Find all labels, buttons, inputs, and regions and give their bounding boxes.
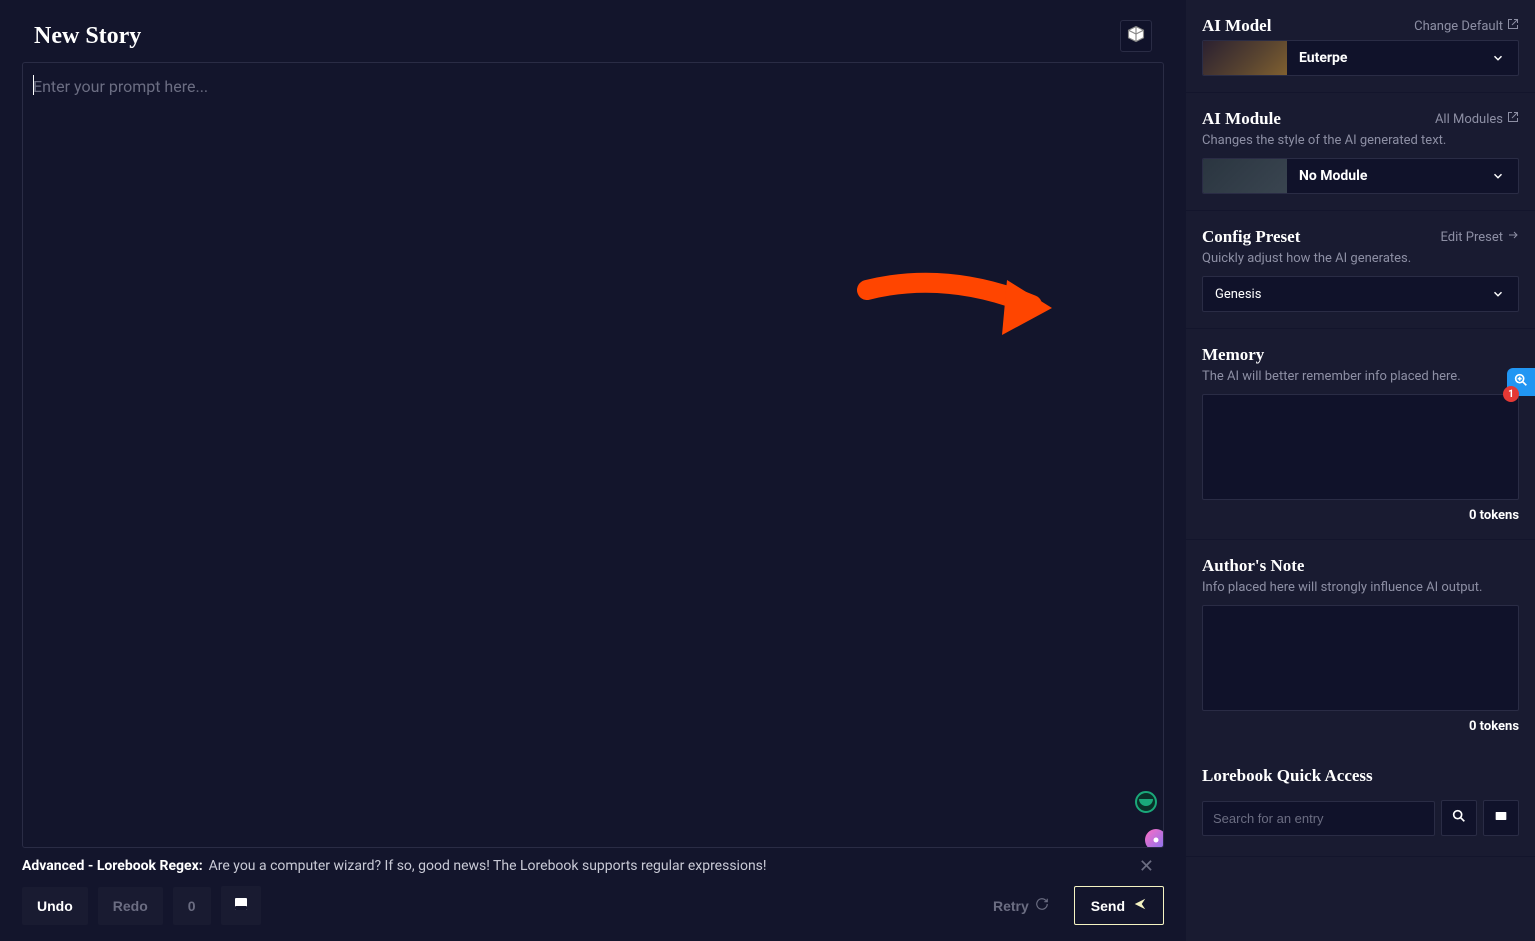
- send-icon: [1133, 897, 1147, 914]
- authors-note-desc: Info placed here will strongly influence…: [1202, 580, 1519, 595]
- retry-icon: [1035, 897, 1049, 914]
- lorebook-search-input[interactable]: [1202, 801, 1435, 836]
- status-indicator[interactable]: [1135, 791, 1157, 813]
- ai-module-selected: No Module: [1287, 168, 1486, 184]
- redo-button[interactable]: Redo: [98, 887, 163, 925]
- ai-module-desc: Changes the style of the AI generated te…: [1202, 133, 1519, 148]
- ai-module-dropdown[interactable]: No Module: [1202, 158, 1519, 194]
- search-icon: [1451, 808, 1467, 828]
- tip-lead: Advanced - Lorebook Regex:: [22, 858, 203, 874]
- chevron-down-icon: [1486, 287, 1510, 301]
- ai-model-selected: Euterpe: [1287, 50, 1486, 66]
- send-button[interactable]: Send: [1074, 886, 1164, 925]
- zoom-badge: 1: [1503, 386, 1519, 402]
- authors-note-title: Author's Note: [1202, 556, 1304, 576]
- authors-note-section: Author's Note Info placed here will stro…: [1186, 540, 1535, 750]
- config-preset-desc: Quickly adjust how the AI generates.: [1202, 251, 1519, 266]
- tip-bar: Advanced - Lorebook Regex: Are you a com…: [22, 848, 1164, 880]
- dice-icon: [1127, 25, 1145, 47]
- memory-title: Memory: [1202, 345, 1264, 365]
- ai-model-dropdown[interactable]: Euterpe: [1202, 40, 1519, 76]
- model-thumbnail: [1203, 40, 1287, 76]
- config-preset-title: Config Preset: [1202, 227, 1300, 247]
- memory-tokens: 0 tokens: [1202, 508, 1519, 523]
- lorebook-add-button[interactable]: [1483, 800, 1519, 836]
- text-caret: [33, 75, 34, 95]
- tip-close-button[interactable]: ✕: [1139, 856, 1154, 877]
- zoom-widget[interactable]: 1: [1507, 368, 1535, 396]
- retry-button[interactable]: Retry: [978, 886, 1064, 925]
- external-link-icon: [1507, 111, 1519, 127]
- lorebook-search-button[interactable]: [1441, 800, 1477, 836]
- card-icon: [1493, 808, 1509, 828]
- undo-button[interactable]: Undo: [22, 887, 88, 925]
- editor-placeholder: Enter your prompt here...: [33, 77, 208, 96]
- lorebook-title: Lorebook Quick Access: [1202, 766, 1373, 786]
- ai-model-title: AI Model: [1202, 16, 1271, 36]
- config-preset-selected: Genesis: [1203, 287, 1486, 302]
- change-default-link[interactable]: Change Default: [1414, 18, 1519, 34]
- ai-model-section: AI Model Change Default Euterpe: [1186, 0, 1535, 93]
- config-preset-dropdown[interactable]: Genesis: [1202, 276, 1519, 312]
- ai-module-section: AI Module All Modules Changes the style …: [1186, 93, 1535, 211]
- memory-section: Memory The AI will better remember info …: [1186, 329, 1535, 540]
- tip-message: Are you a computer wizard? If so, good n…: [209, 858, 767, 874]
- external-link-icon: [1507, 18, 1519, 34]
- ai-module-title: AI Module: [1202, 109, 1281, 129]
- authors-note-textarea[interactable]: [1202, 605, 1519, 711]
- fullscreen-button[interactable]: [221, 886, 261, 925]
- arrow-right-icon: [1507, 229, 1519, 245]
- memory-desc: The AI will better remember info placed …: [1202, 369, 1519, 384]
- module-thumbnail: [1203, 158, 1287, 194]
- page-title[interactable]: New Story: [34, 23, 141, 50]
- count-button[interactable]: 0: [173, 887, 211, 925]
- lorebook-section: Lorebook Quick Access: [1186, 750, 1535, 857]
- memory-textarea[interactable]: [1202, 394, 1519, 500]
- assistant-bubble-icon[interactable]: [1145, 829, 1164, 848]
- authors-note-tokens: 0 tokens: [1202, 719, 1519, 734]
- panel-icon: [234, 898, 248, 914]
- chevron-down-icon: [1486, 51, 1510, 65]
- settings-sidebar: AI Model Change Default Euterpe AI Modul…: [1186, 0, 1535, 941]
- chevron-down-icon: [1486, 169, 1510, 183]
- config-preset-section: Config Preset Edit Preset Quickly adjust…: [1186, 211, 1535, 329]
- random-prompt-button[interactable]: [1120, 20, 1152, 52]
- close-icon: ✕: [1139, 856, 1154, 877]
- all-modules-link[interactable]: All Modules: [1435, 111, 1519, 127]
- story-editor[interactable]: Enter your prompt here...: [22, 62, 1164, 848]
- edit-preset-link[interactable]: Edit Preset: [1441, 229, 1519, 245]
